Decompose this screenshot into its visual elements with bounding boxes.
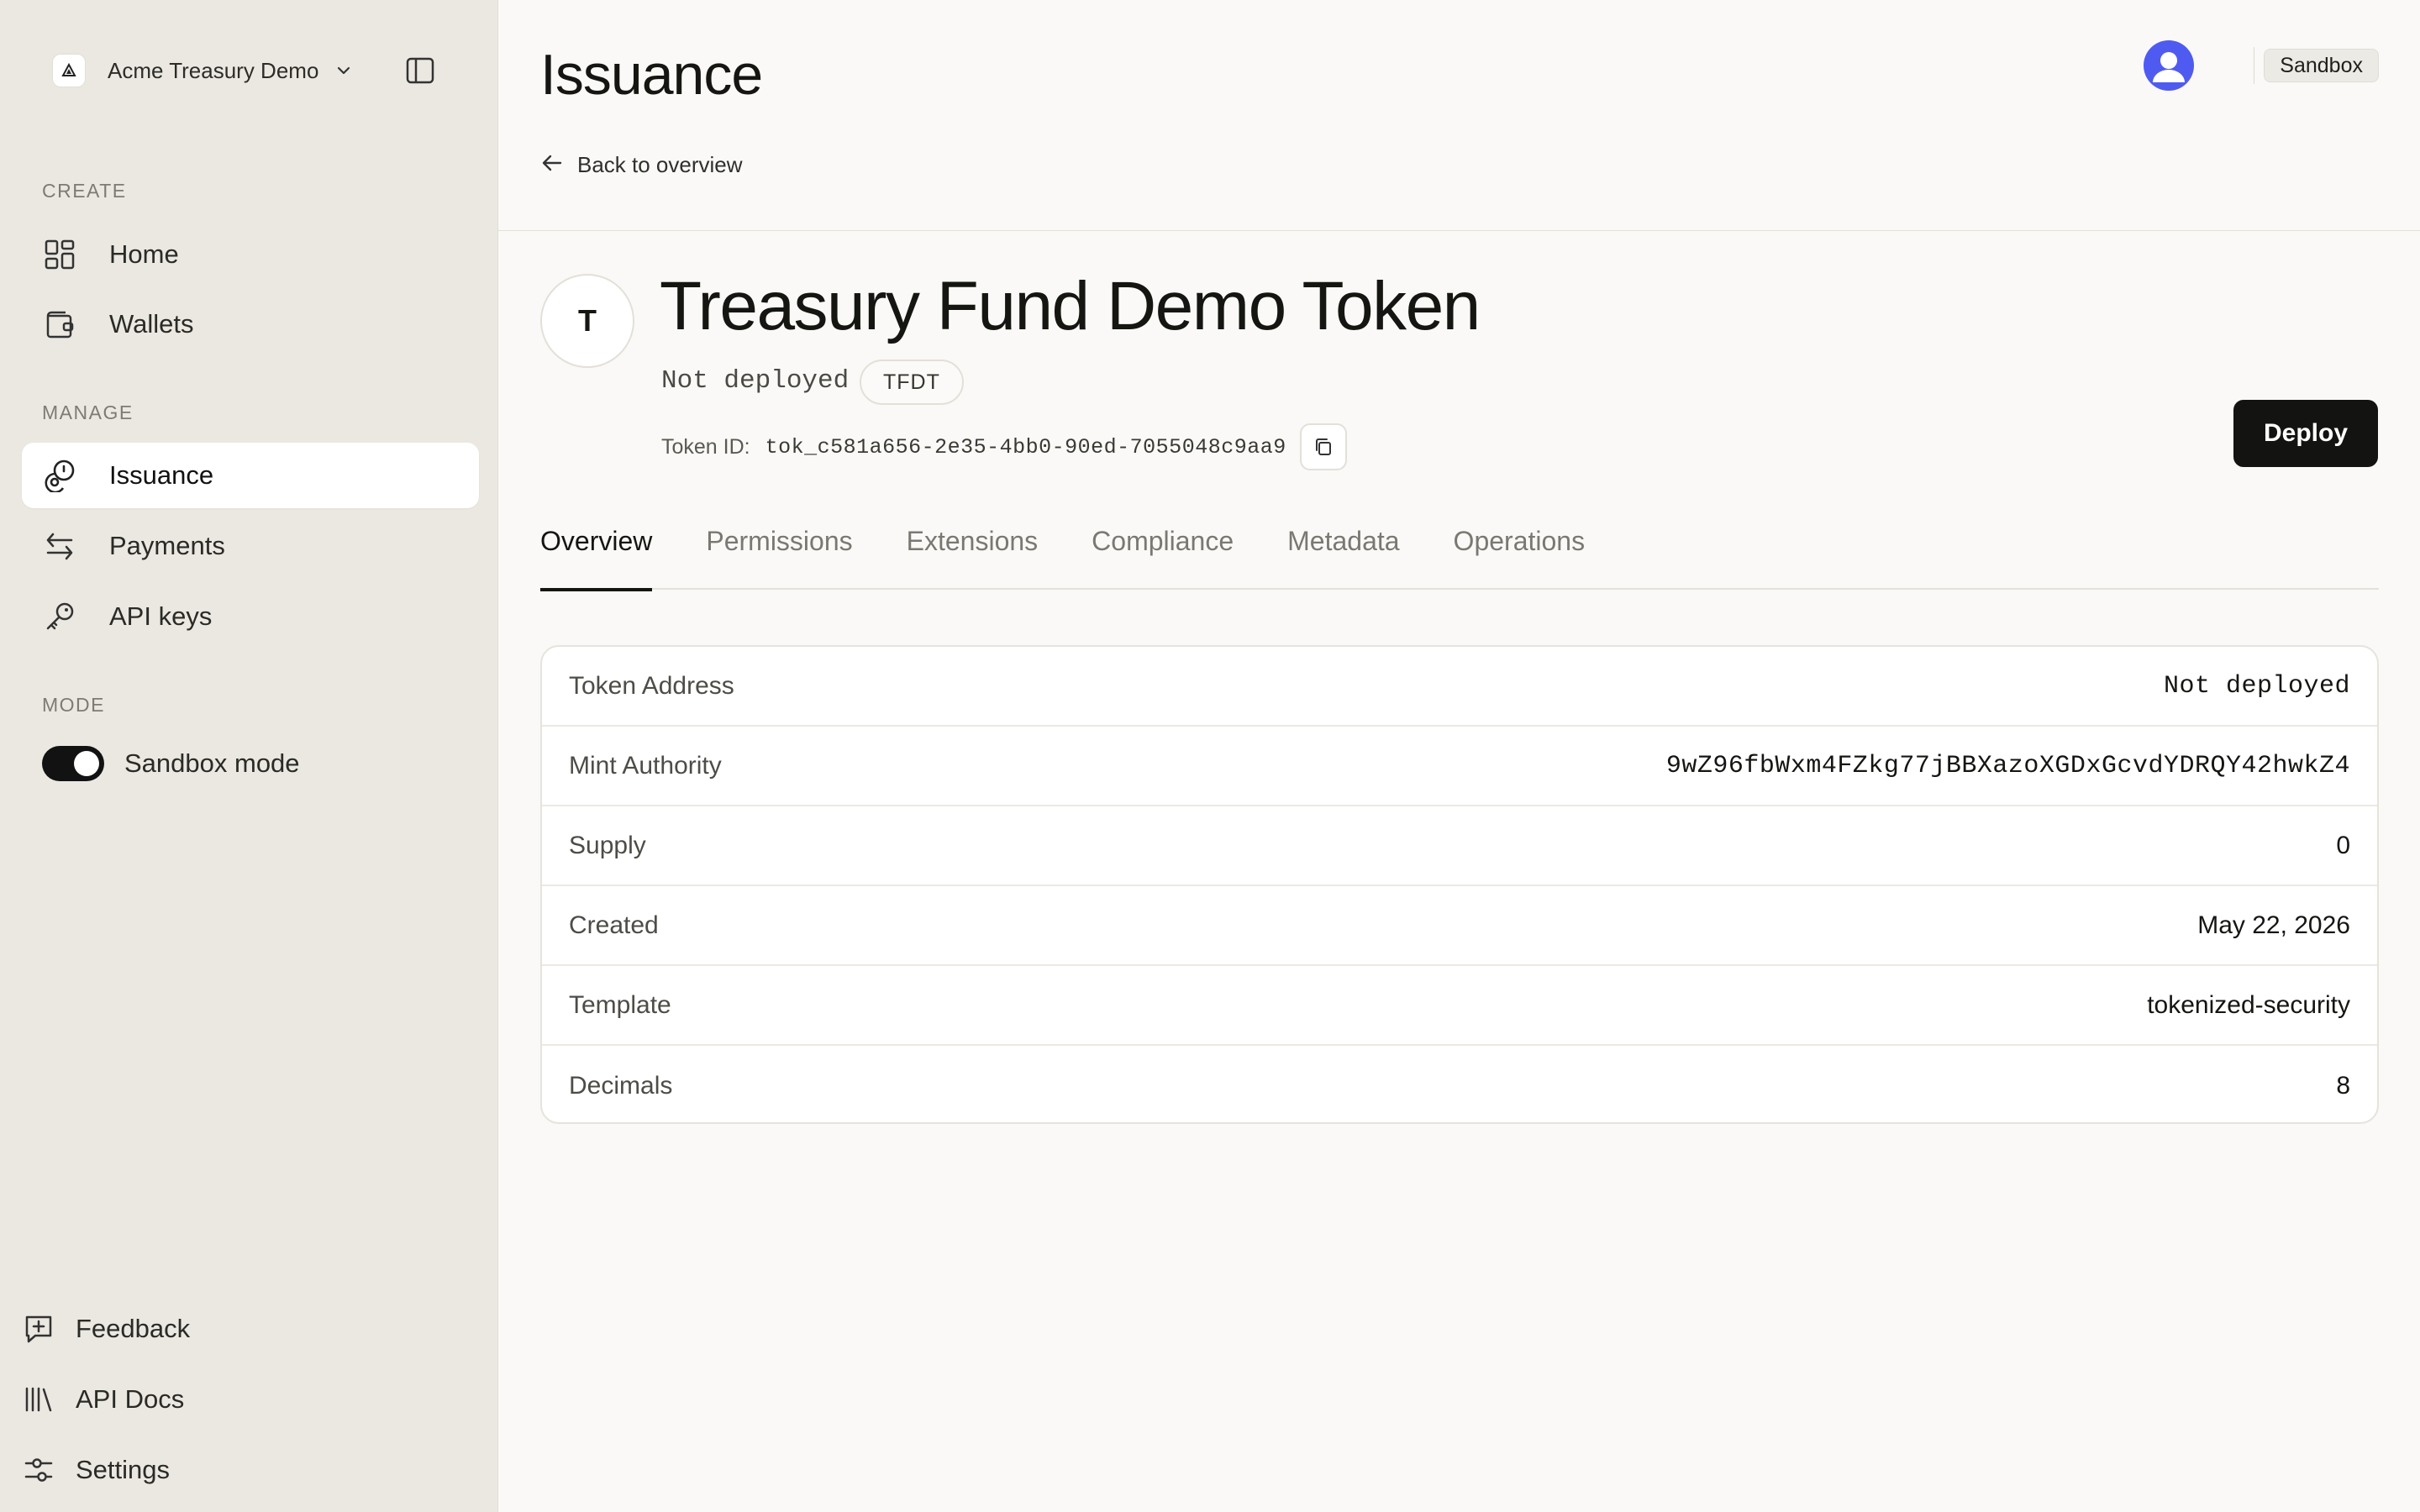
arrows-swap-icon [42,528,77,564]
tab-extensions[interactable]: Extensions [907,522,1039,590]
triangle-logo-icon [52,54,86,87]
deploy-button[interactable]: Deploy [2233,400,2378,467]
detail-row-supply: Supply 0 [542,806,2377,886]
tab-compliance[interactable]: Compliance [1092,522,1234,590]
avatar[interactable] [2144,40,2194,91]
library-icon [22,1383,55,1416]
sidebar-item-label: Wallets [109,309,194,339]
sidebar-toggle-button[interactable] [403,54,437,87]
token-status: Not deployed [661,366,850,396]
sidebar-item-label: API keys [109,601,213,631]
toggle-knob [74,751,99,776]
environment-badge: Sandbox [2264,49,2379,82]
detail-label: Mint Authority [569,751,722,780]
sidebar-item-feedback[interactable]: Feedback [22,1302,190,1356]
detail-row-decimals: Decimals 8 [542,1046,2377,1122]
tab-permissions[interactable]: Permissions [706,522,852,590]
sidebar-item-home[interactable]: Home [22,222,479,287]
key-icon [42,599,77,634]
token-tabs: Overview Permissions Extensions Complian… [540,522,2379,591]
sidebar-item-api-keys[interactable]: API keys [22,584,479,649]
token-id-row: Token ID: tok_c581a656-2e35-4bb0-90ed-70… [661,423,1347,470]
sidebar-item-label: API Docs [76,1384,185,1414]
tab-operations[interactable]: Operations [1454,522,1586,590]
section-label-create: CREATE [42,180,127,202]
sliders-icon [22,1453,55,1487]
sidebar-panel-icon [406,57,434,84]
token-symbol-badge: TFDT [860,360,964,405]
token-name: Treasury Fund Demo Token [660,268,1481,344]
copy-icon [1315,438,1331,455]
main-content: Issuance Back to overview Sandbox T Trea… [497,0,2420,1512]
copy-token-id-button[interactable] [1299,423,1347,470]
detail-value: Not deployed [2163,671,2350,701]
sandbox-mode-toggle[interactable] [42,746,104,781]
detail-label: Template [569,990,671,1019]
detail-label: Created [569,911,659,939]
sidebar-item-label: Feedback [76,1314,191,1343]
org-switcher[interactable]: Acme Treasury Demo [52,49,352,92]
wallet-icon [42,307,77,342]
user-avatar-icon [2144,40,2194,91]
back-link-label: Back to overview [577,152,743,177]
page-header: Issuance Back to overview Sandbox [498,0,2420,231]
sidebar-item-label: Home [109,239,179,269]
sidebar-item-wallets[interactable]: Wallets [22,291,479,357]
token-id-value: tok_c581a656-2e35-4bb0-90ed-7055048c9aa9 [765,434,1286,459]
detail-value: 8 [2336,1071,2350,1100]
sidebar-item-label: Settings [76,1455,171,1484]
token-id-label: Token ID: [661,434,750,459]
org-name: Acme Treasury Demo [108,57,319,83]
detail-row-token-address: Token Address Not deployed [542,647,2377,727]
page-title: Issuance [540,43,763,107]
coins-icon [42,458,77,493]
detail-row-template: Template tokenized-security [542,966,2377,1046]
detail-row-created: Created May 22, 2026 [542,886,2377,966]
arrow-left-icon [540,151,564,179]
sidebar-item-issuance[interactable]: Issuance [22,443,479,508]
token-details-card: Token Address Not deployed Mint Authorit… [540,645,2379,1124]
detail-label: Decimals [569,1071,673,1100]
sandbox-mode-label: Sandbox mode [124,748,300,778]
detail-label: Token Address [569,671,734,700]
app-root: Acme Treasury Demo CREATE Home Wallets M… [0,0,2420,1512]
tab-metadata[interactable]: Metadata [1287,522,1399,590]
tab-overview[interactable]: Overview [540,522,653,591]
sidebar-item-payments[interactable]: Payments [22,513,479,579]
sidebar-item-api-docs[interactable]: API Docs [22,1373,184,1426]
sandbox-mode-row: Sandbox mode [42,746,300,781]
detail-row-mint-authority: Mint Authority 9wZ96fbWxm4FZkg77jBBXazoX… [542,727,2377,806]
section-label-manage: MANAGE [42,402,134,423]
sidebar-item-settings[interactable]: Settings [22,1443,170,1497]
sidebar: Acme Treasury Demo CREATE Home Wallets M… [0,0,497,1512]
token-avatar: T [540,274,634,368]
detail-value: 9wZ96fbWxm4FZkg77jBBXazoXGDxGcvdYDRQY42h… [1665,751,2350,780]
detail-value: 0 [2336,831,2350,859]
section-label-mode: MODE [42,694,105,716]
sidebar-item-label: Payments [109,531,225,560]
detail-value: May 22, 2026 [2197,911,2350,939]
back-to-overview-link[interactable]: Back to overview [540,151,743,179]
sidebar-item-label: Issuance [109,460,214,490]
grid-icon [42,237,77,272]
detail-label: Supply [569,831,646,859]
chevron-down-icon [335,62,352,79]
message-plus-icon [22,1312,55,1346]
detail-value: tokenized-security [2147,990,2350,1019]
